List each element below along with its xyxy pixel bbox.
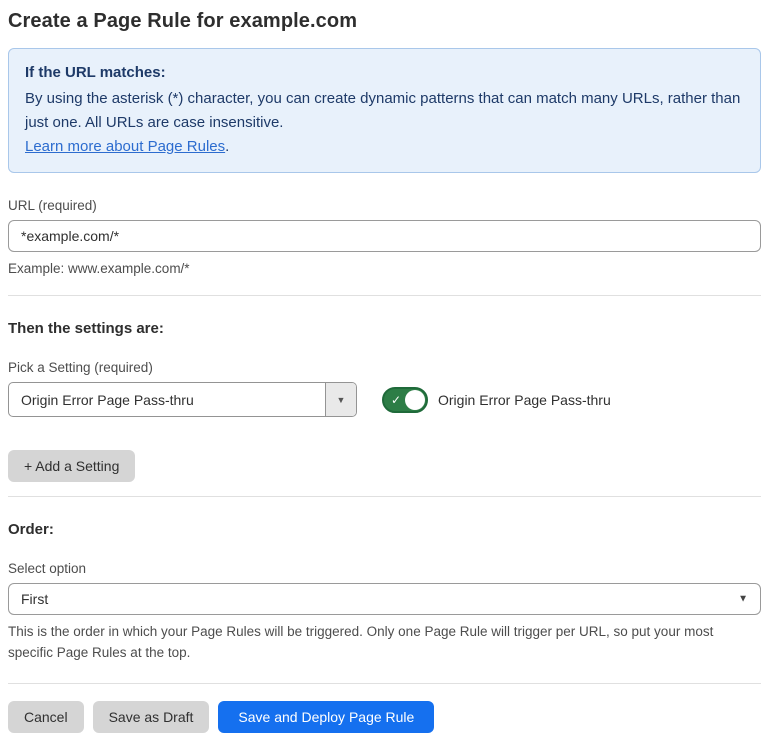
settings-section-heading: Then the settings are: xyxy=(8,320,164,337)
setting-dropdown-value: Origin Error Page Pass-thru xyxy=(21,391,194,408)
chevron-down-icon: ▼ xyxy=(336,394,346,405)
divider xyxy=(8,295,761,296)
info-box-link-line: Learn more about Page Rules. xyxy=(25,135,744,159)
setting-dropdown[interactable]: Origin Error Page Pass-thru ▼ xyxy=(8,382,357,417)
save-and-deploy-button[interactable]: Save and Deploy Page Rule xyxy=(218,701,435,733)
check-icon: ✓ xyxy=(391,392,402,407)
page-title: Create a Page Rule for example.com xyxy=(8,10,358,32)
url-input[interactable] xyxy=(8,220,761,252)
order-select[interactable]: First ▼ xyxy=(8,583,761,615)
learn-more-link[interactable]: Learn more about Page Rules xyxy=(25,138,225,155)
add-setting-button[interactable]: + Add a Setting xyxy=(8,450,136,482)
chevron-down-icon: ▼ xyxy=(738,593,748,605)
url-match-info-box: If the URL matches: By using the asteris… xyxy=(8,48,761,173)
order-helper: This is the order in which your Page Rul… xyxy=(8,624,714,660)
setting-toggle-label: Origin Error Page Pass-thru xyxy=(438,391,611,408)
toggle-knob xyxy=(405,389,425,410)
info-box-heading: If the URL matches: xyxy=(25,64,166,81)
order-select-value: First xyxy=(21,591,49,607)
url-field-label: URL (required) xyxy=(8,198,97,213)
order-select-label: Select option xyxy=(8,561,87,576)
link-period: . xyxy=(225,138,230,155)
save-as-draft-button[interactable]: Save as Draft xyxy=(92,701,210,733)
cancel-button[interactable]: Cancel xyxy=(8,701,84,733)
info-box-body: By using the asterisk (*) character, you… xyxy=(25,90,741,131)
divider xyxy=(8,683,761,684)
setting-dropdown-arrow-button[interactable]: ▼ xyxy=(325,383,356,416)
url-field-helper: Example: www.example.com/* xyxy=(8,261,190,276)
footer-actions: Cancel Save as Draft Save and Deploy Pag… xyxy=(8,701,761,733)
pick-setting-label: Pick a Setting (required) xyxy=(8,360,153,375)
divider xyxy=(8,496,761,497)
page-rule-form: Create a Page Rule for example.com If th… xyxy=(0,0,770,745)
order-section-heading: Order: xyxy=(8,521,54,538)
setting-row: Origin Error Page Pass-thru ▼ ✓ Origin E… xyxy=(8,382,761,417)
setting-toggle[interactable]: ✓ xyxy=(382,386,428,413)
